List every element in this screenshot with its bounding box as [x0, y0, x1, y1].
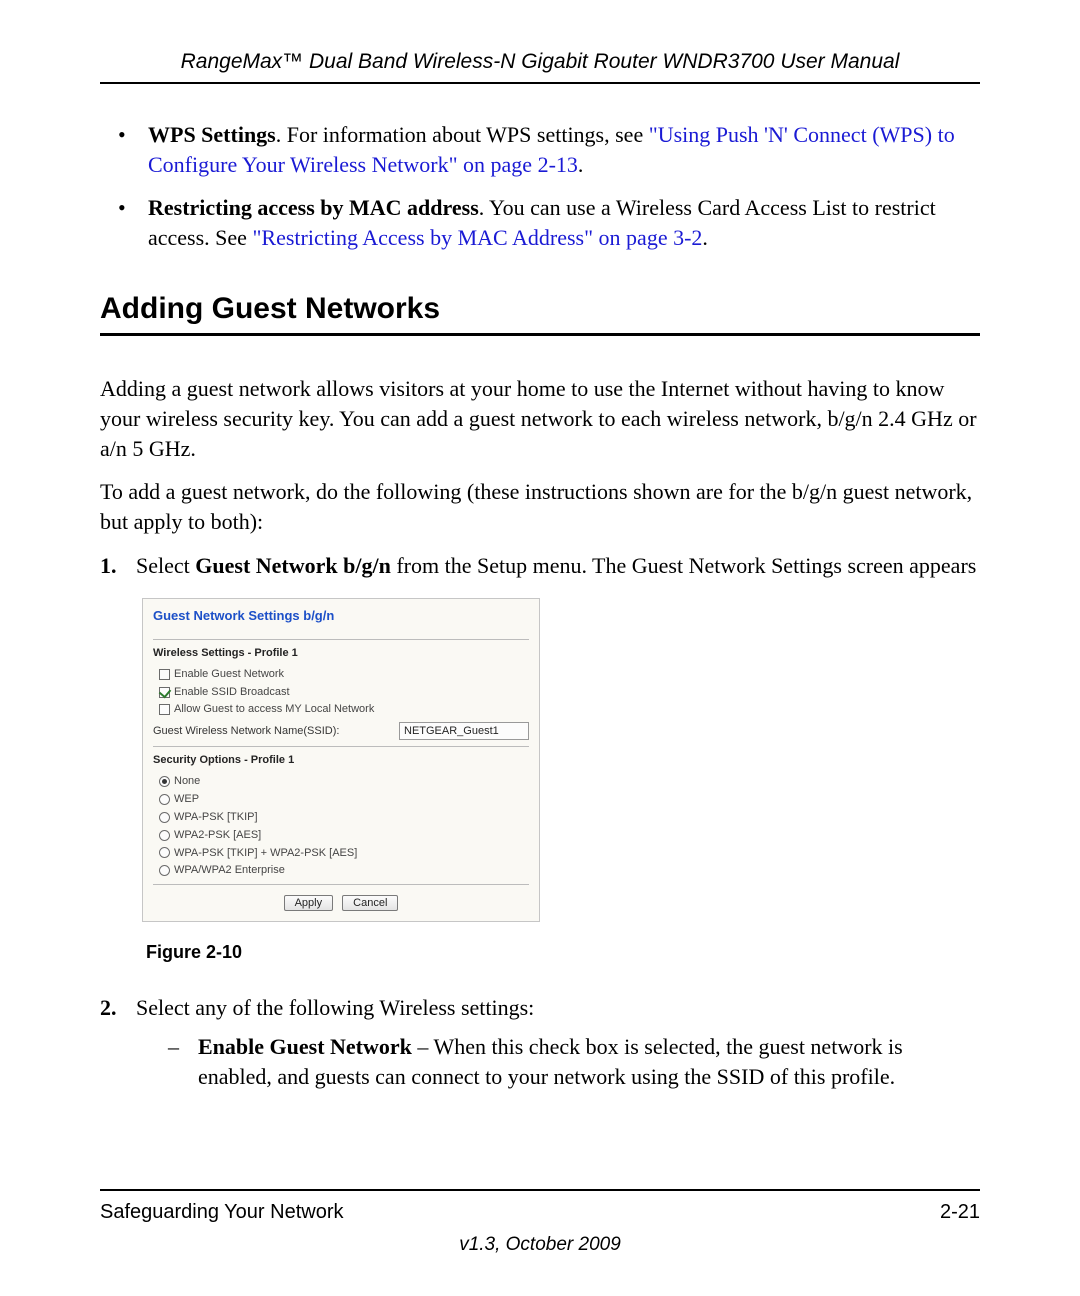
security-options-heading: Security Options - Profile 1 — [153, 753, 529, 768]
enable-guest-bold: Enable Guest Network — [198, 1034, 412, 1059]
row-sec-wpa-tkip: WPA-PSK [TKIP] — [159, 810, 529, 825]
label-enable-guest: Enable Guest Network — [174, 667, 284, 682]
label-ssid: Guest Wireless Network Name(SSID): — [153, 724, 339, 739]
bullet-mac-label: Restricting access by MAC address — [148, 195, 479, 220]
footer-rule — [100, 1189, 980, 1191]
label-sec-wep: WEP — [174, 792, 199, 807]
panel-divider — [153, 639, 529, 640]
label-allow-local: Allow Guest to access MY Local Network — [174, 702, 374, 717]
step-2-dash-1: – Enable Guest Network – When this check… — [168, 1032, 980, 1091]
footer-version: v1.3, October 2009 — [100, 1234, 980, 1256]
footer-left: Safeguarding Your Network — [100, 1201, 344, 1224]
label-sec-wpa-mix: WPA-PSK [TKIP] + WPA2-PSK [AES] — [174, 846, 357, 861]
footer-page-number: 2-21 — [940, 1201, 980, 1224]
bullet-wps-text: . For information about WPS settings, se… — [276, 122, 649, 147]
section-para-1: Adding a guest network allows visitors a… — [100, 374, 980, 463]
wireless-settings-heading: Wireless Settings - Profile 1 — [153, 646, 529, 661]
row-sec-none: None — [159, 774, 529, 789]
section-rule — [100, 333, 980, 336]
row-sec-wep: WEP — [159, 792, 529, 807]
link-mac-restrict[interactable]: "Restricting Access by MAC Address" on p… — [252, 225, 702, 250]
row-enable-guest: Enable Guest Network — [159, 667, 529, 682]
radio-wep[interactable] — [159, 794, 170, 805]
label-enable-ssid-broadcast: Enable SSID Broadcast — [174, 685, 290, 700]
label-sec-wpa-tkip: WPA-PSK [TKIP] — [174, 810, 258, 825]
step-1-post: from the Setup menu. The Guest Network S… — [391, 553, 977, 578]
bullet-wps: WPS Settings. For information about WPS … — [118, 120, 980, 179]
bullet-mac-after: . — [702, 225, 708, 250]
cancel-button[interactable]: Cancel — [342, 895, 398, 911]
header-rule — [100, 82, 980, 84]
step-1-pre: Select — [136, 553, 195, 578]
step-2-text: Select any of the following Wireless set… — [136, 995, 534, 1020]
step-1-bold: Guest Network b/g/n — [195, 553, 391, 578]
panel-divider-3 — [153, 884, 529, 885]
row-allow-local: Allow Guest to access MY Local Network — [159, 702, 529, 717]
row-sec-wpa2-aes: WPA2-PSK [AES] — [159, 828, 529, 843]
bullet-mac: Restricting access by MAC address. You c… — [118, 193, 980, 252]
bullet-wps-label: WPS Settings — [148, 122, 276, 147]
row-enable-ssid-broadcast: Enable SSID Broadcast — [159, 685, 529, 700]
dash-marker: – — [168, 1032, 179, 1062]
label-sec-enterprise: WPA/WPA2 Enterprise — [174, 863, 285, 878]
guest-network-panel: Guest Network Settings b/g/n Wireless Se… — [142, 598, 540, 922]
apply-button[interactable]: Apply — [284, 895, 334, 911]
checkbox-allow-local[interactable] — [159, 704, 170, 715]
figure-screenshot: Guest Network Settings b/g/n Wireless Se… — [136, 598, 980, 922]
step-2: 2. Select any of the following Wireless … — [100, 993, 980, 1092]
page-footer: Safeguarding Your Network 2-21 v1.3, Oct… — [100, 1189, 980, 1256]
radio-wpa-mix[interactable] — [159, 847, 170, 858]
row-sec-wpa-mix: WPA-PSK [TKIP] + WPA2-PSK [AES] — [159, 846, 529, 861]
page-header-title: RangeMax™ Dual Band Wireless-N Gigabit R… — [100, 50, 980, 74]
row-ssid: Guest Wireless Network Name(SSID): — [153, 722, 529, 740]
section-para-2: To add a guest network, do the following… — [100, 477, 980, 536]
radio-enterprise[interactable] — [159, 865, 170, 876]
bullet-wps-after: . — [578, 152, 584, 177]
page-content: WPS Settings. For information about WPS … — [100, 120, 980, 1092]
label-sec-none: None — [174, 774, 200, 789]
section-heading: Adding Guest Networks — [100, 289, 980, 330]
step-1: 1. Select Guest Network b/g/n from the S… — [100, 551, 980, 965]
figure-caption: Figure 2-10 — [146, 940, 980, 964]
checkbox-enable-guest[interactable] — [159, 669, 170, 680]
step-2-number: 2. — [100, 993, 117, 1023]
radio-wpa-tkip[interactable] — [159, 812, 170, 823]
checkbox-enable-ssid-broadcast[interactable] — [159, 687, 170, 698]
radio-none[interactable] — [159, 776, 170, 787]
step-1-number: 1. — [100, 551, 117, 581]
row-sec-enterprise: WPA/WPA2 Enterprise — [159, 863, 529, 878]
panel-title: Guest Network Settings b/g/n — [153, 607, 529, 625]
input-ssid[interactable] — [399, 722, 529, 740]
label-sec-wpa2-aes: WPA2-PSK [AES] — [174, 828, 261, 843]
radio-wpa2-aes[interactable] — [159, 830, 170, 841]
panel-divider-2 — [153, 746, 529, 747]
